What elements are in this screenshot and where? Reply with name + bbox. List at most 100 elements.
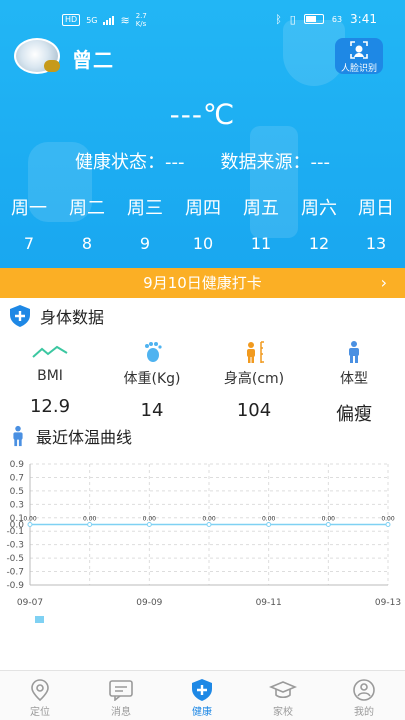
face-scan-icon xyxy=(350,41,368,59)
tab-label: 健康 xyxy=(192,707,212,718)
date-label: 11 xyxy=(250,234,272,253)
y-tick-label: 0.9 xyxy=(10,460,25,470)
tab-label: 我的 xyxy=(354,707,374,718)
chevron-right-icon: › xyxy=(380,273,387,292)
tab-home-school[interactable]: 家校 xyxy=(253,677,313,718)
person-icon xyxy=(13,425,23,447)
health-header: HD 5G ≋ 2.7 K/s ᛒ ▯ 63 3:41 曾二 人脸识别 ---℃ xyxy=(0,0,405,268)
battery-level: 63 xyxy=(331,14,343,24)
stat-weight: 体重(Kg) 14 xyxy=(112,340,192,421)
data-point xyxy=(266,522,272,527)
tab-label: 消息 xyxy=(111,707,131,718)
health-status: 健康状态：--- xyxy=(75,152,185,173)
day-item[interactable]: 周一 7 xyxy=(0,196,58,253)
date-label: 7 xyxy=(23,234,35,253)
day-item[interactable]: 周日 13 xyxy=(347,196,405,253)
message-icon xyxy=(109,680,133,701)
stat-label: 体型 xyxy=(340,371,368,387)
x-tick-label: 09-11 xyxy=(256,598,282,608)
bmi-line-icon xyxy=(32,345,68,358)
status-bar: HD 5G ≋ 2.7 K/s ᛒ ▯ 63 3:41 xyxy=(0,0,405,40)
data-point xyxy=(385,522,391,527)
data-label: 0.00 xyxy=(322,516,336,523)
data-point xyxy=(325,522,331,527)
signal-icon xyxy=(103,15,115,25)
x-tick-label: 09-13 xyxy=(375,598,401,608)
y-tick-label: 0.5 xyxy=(10,487,24,497)
day-item[interactable]: 周三 9 xyxy=(116,196,174,253)
battery-icon xyxy=(303,14,324,24)
hd-badge: HD xyxy=(62,14,81,26)
stat-bmi: BMI 12.9 xyxy=(10,340,90,417)
data-label: 0.00 xyxy=(262,516,276,523)
y-tick-label: 0.3 xyxy=(10,500,24,510)
stat-body-type: 体型 偏瘦 xyxy=(314,340,394,426)
location-pin-icon xyxy=(31,679,49,702)
day-item[interactable]: 周六 12 xyxy=(290,196,348,253)
data-label: 0.00 xyxy=(143,516,157,523)
tab-messages[interactable]: 消息 xyxy=(91,677,151,718)
temperature-chart: 0.90.70.50.30.10.0-0.1-0.3-0.5-0.7-0.909… xyxy=(6,460,401,608)
day-item[interactable]: 周五 11 xyxy=(232,196,290,253)
weekday-label: 周日 xyxy=(358,198,394,219)
week-calendar: 周一 7 周二 8 周三 9 周四 10 周五 11 周六 12 周日 13 xyxy=(0,196,405,264)
tab-location[interactable]: 定位 xyxy=(10,677,70,718)
tab-mine[interactable]: 我的 xyxy=(334,677,394,718)
height-ruler-icon xyxy=(247,341,264,363)
body-data-header: 身体数据 xyxy=(8,304,104,328)
graduation-cap-icon xyxy=(269,681,297,699)
weekday-label: 周六 xyxy=(301,198,337,219)
clock: 3:41 xyxy=(350,12,377,26)
stat-value: 偏瘦 xyxy=(336,404,372,425)
data-point xyxy=(206,522,212,527)
day-item[interactable]: 周二 8 xyxy=(58,196,116,253)
username: 曾二 xyxy=(72,48,114,72)
body-data-title: 身体数据 xyxy=(40,308,105,327)
network-type: 5G xyxy=(86,15,98,25)
shield-plus-icon xyxy=(10,305,30,327)
avatar-badge xyxy=(44,60,60,72)
stat-label: BMI xyxy=(37,368,63,384)
net-speed-unit: K/s xyxy=(135,20,147,28)
weekday-label: 周二 xyxy=(69,198,105,219)
y-tick-label: -0.5 xyxy=(6,554,24,564)
vibrate-icon: ▯ xyxy=(289,12,296,26)
stat-value: 12.9 xyxy=(29,396,71,417)
data-point xyxy=(146,522,152,527)
data-label: 0.00 xyxy=(83,516,97,523)
date-label: 13 xyxy=(365,234,387,253)
user-profile-icon xyxy=(353,679,375,701)
wifi-icon: ≋ xyxy=(120,13,130,27)
tab-health[interactable]: 健康 xyxy=(172,677,232,718)
health-checkin-bar[interactable]: 9月10日健康打卡 › xyxy=(0,268,405,298)
tab-label: 家校 xyxy=(273,707,293,718)
footprint-icon xyxy=(145,342,162,362)
y-tick-label: 0.7 xyxy=(10,473,24,483)
stat-height: 身高(cm) 104 xyxy=(214,340,294,421)
x-tick-label: 09-07 xyxy=(17,598,43,608)
health-shield-icon xyxy=(192,679,212,701)
y-tick-label: -0.7 xyxy=(6,568,24,578)
weekday-label: 周四 xyxy=(185,198,221,219)
weekday-label: 周三 xyxy=(127,198,163,219)
data-point xyxy=(87,522,93,527)
date-label: 10 xyxy=(192,234,214,253)
temp-curve-title: 最近体温曲线 xyxy=(36,428,133,447)
stat-value: 104 xyxy=(236,400,272,421)
weekday-label: 周五 xyxy=(243,198,279,219)
tab-label: 定位 xyxy=(30,707,50,718)
data-source: 数据来源：--- xyxy=(220,152,331,173)
net-speed-value: 2.7 xyxy=(135,12,147,20)
face-recognition-button[interactable]: 人脸识别 xyxy=(335,38,383,74)
stat-label: 身高(cm) xyxy=(223,371,285,387)
data-label: 0.00 xyxy=(381,516,395,523)
bluetooth-icon: ᛒ xyxy=(275,12,282,26)
temp-curve-header: 最近体温曲线 xyxy=(8,424,132,448)
day-item[interactable]: 周四 10 xyxy=(174,196,232,253)
y-tick-label: -0.1 xyxy=(6,527,24,537)
weekday-label: 周一 xyxy=(11,198,47,219)
x-tick-label: 09-09 xyxy=(136,598,162,608)
legend-marker xyxy=(35,616,44,623)
date-label: 12 xyxy=(308,234,330,253)
health-summary: 健康状态：--- 数据来源：--- xyxy=(0,148,405,174)
